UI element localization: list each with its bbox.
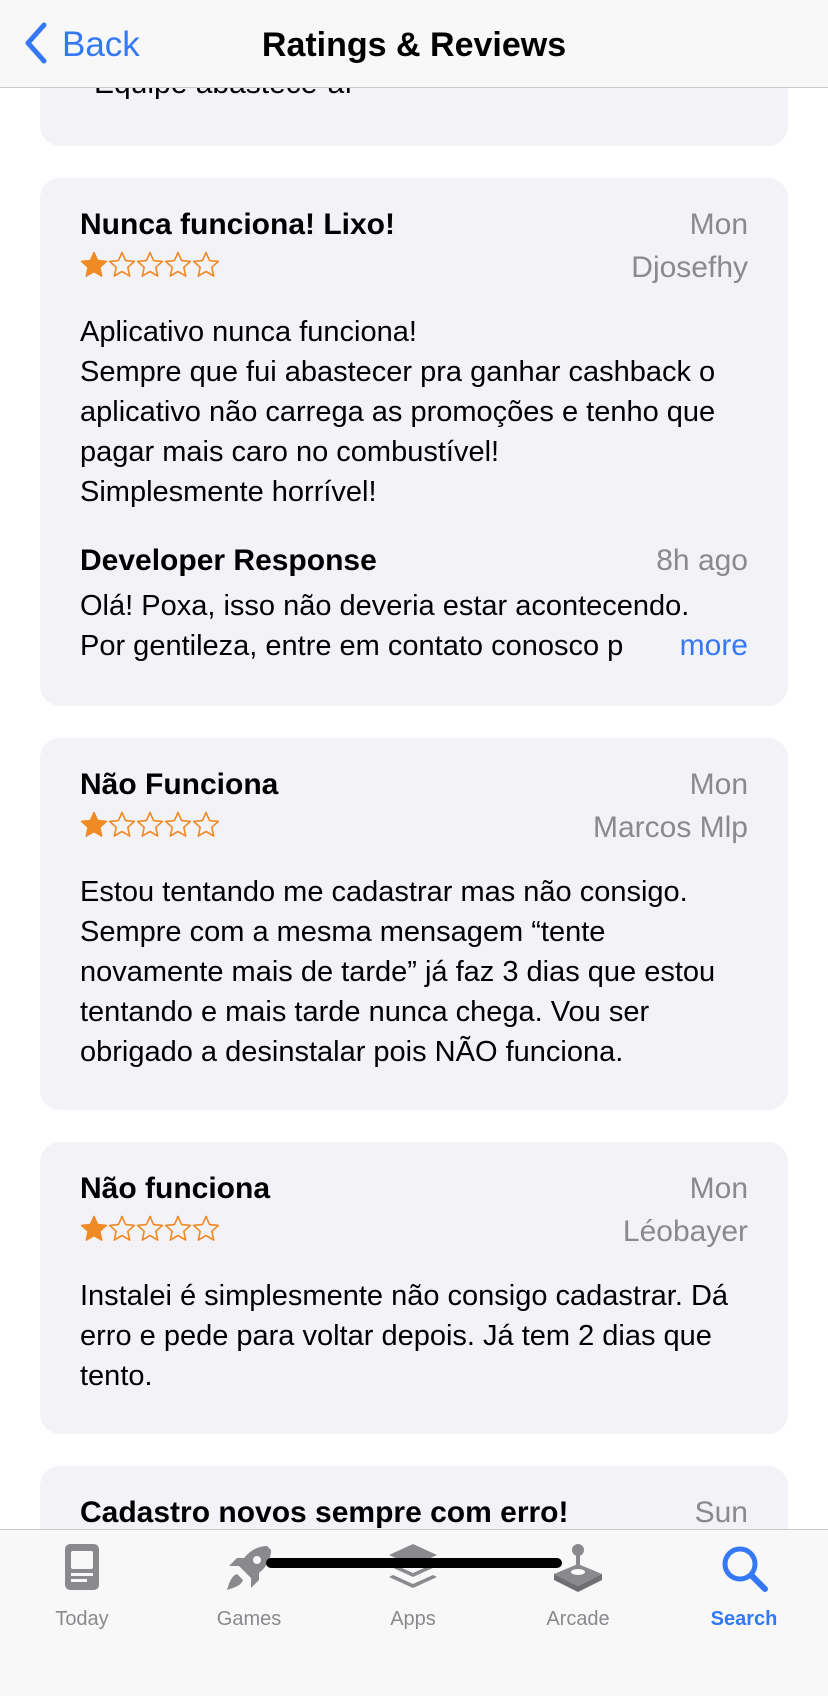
star-empty-icon xyxy=(164,811,192,844)
reviews-scroll-area[interactable]: “Equipe abastece-aí” Nunca funciona! Lix… xyxy=(0,0,828,1530)
review-date: Mon xyxy=(689,768,748,801)
tab-label: Apps xyxy=(390,1608,436,1630)
rocket-icon xyxy=(179,1540,319,1596)
review-card[interactable]: Nunca funciona! Lixo! Mon Djosefhy Aplic… xyxy=(40,178,788,706)
review-card[interactable]: Não Funciona Mon Marcos Mlp Estou tentan… xyxy=(40,738,788,1110)
joystick-icon xyxy=(508,1540,648,1596)
tab-today[interactable]: Today xyxy=(12,1540,152,1640)
star-filled-icon xyxy=(80,1215,108,1248)
star-empty-icon xyxy=(192,251,220,284)
review-author[interactable]: Djosefhy xyxy=(631,251,748,285)
home-indicator xyxy=(266,1558,562,1568)
page-title: Ratings & Reviews xyxy=(261,26,567,64)
review-title: Não Funciona xyxy=(80,768,279,801)
more-button[interactable]: more xyxy=(629,626,748,666)
tab-search[interactable]: Search xyxy=(674,1540,814,1640)
tab-label: Arcade xyxy=(546,1608,610,1630)
tab-bar: Today Games Apps Arcade Search xyxy=(0,1529,828,1696)
developer-response-time: 8h ago xyxy=(656,544,748,577)
review-body: Instalei é simplesmente não consigo cada… xyxy=(80,1280,729,1392)
tab-label: Games xyxy=(216,1608,282,1630)
tab-apps[interactable]: Apps xyxy=(343,1540,483,1640)
star-empty-icon xyxy=(136,1215,164,1248)
star-empty-icon xyxy=(192,1215,220,1248)
star-rating xyxy=(80,1215,220,1248)
today-icon xyxy=(12,1540,152,1596)
star-filled-icon xyxy=(80,811,108,844)
tab-games[interactable]: Games xyxy=(179,1540,319,1640)
tab-label: Today xyxy=(55,1608,109,1630)
star-empty-icon xyxy=(108,251,136,284)
star-rating xyxy=(80,811,220,844)
star-filled-icon xyxy=(80,251,108,284)
star-empty-icon xyxy=(164,1215,192,1248)
review-author[interactable]: Léobayer xyxy=(623,1215,748,1249)
review-title: Não funciona xyxy=(80,1172,271,1205)
review-card[interactable]: Não funciona Mon Léobayer Instalei é sim… xyxy=(40,1142,788,1434)
review-title: Nunca funciona! Lixo! xyxy=(80,208,395,241)
review-author[interactable]: Marcos Mlp xyxy=(593,811,748,845)
search-icon xyxy=(674,1540,814,1596)
review-body: Aplicativo nunca funciona! Sempre que fu… xyxy=(80,316,716,508)
review-date: Mon xyxy=(689,1172,748,1205)
review-date: Sun xyxy=(694,1496,748,1529)
tab-label: Search xyxy=(710,1608,778,1630)
star-empty-icon xyxy=(136,811,164,844)
review-date: Mon xyxy=(689,208,748,241)
star-empty-icon xyxy=(108,811,136,844)
star-rating xyxy=(80,251,220,284)
review-card[interactable]: Cadastro novos sempre com erro! Sun xyxy=(40,1466,788,1530)
star-empty-icon xyxy=(108,1215,136,1248)
developer-response-label: Developer Response xyxy=(80,544,377,577)
navigation-bar: Back Ratings & Reviews xyxy=(0,0,828,88)
review-title: Cadastro novos sempre com erro! xyxy=(80,1496,569,1529)
star-empty-icon xyxy=(136,251,164,284)
star-empty-icon xyxy=(164,251,192,284)
star-empty-icon xyxy=(192,811,220,844)
tab-arcade[interactable]: Arcade xyxy=(508,1540,648,1640)
review-body: Estou tentando me cadastrar mas não cons… xyxy=(80,876,716,1068)
apps-stack-icon xyxy=(343,1540,483,1596)
